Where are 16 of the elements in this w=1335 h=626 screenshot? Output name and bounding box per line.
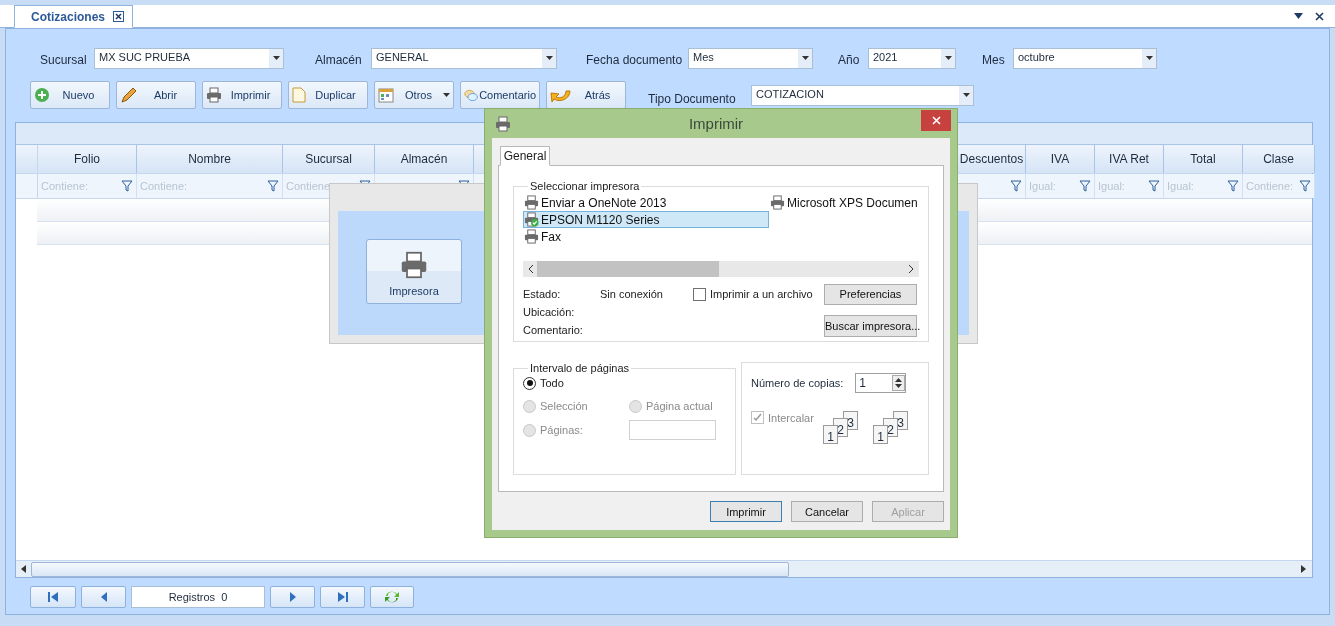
filter-label: Almacén bbox=[315, 53, 363, 67]
filter-label: Año bbox=[838, 53, 861, 67]
records-field: Registros 0 bbox=[131, 586, 265, 608]
filter-label: Sucursal bbox=[40, 53, 88, 67]
copies-label: Número de copias: bbox=[751, 377, 844, 389]
status-value: Sin conexión bbox=[600, 288, 664, 300]
status-label: Estado: bbox=[523, 288, 562, 300]
filter-label: Fecha documento bbox=[586, 53, 684, 67]
status-label: Comentario: bbox=[523, 324, 584, 336]
tab-label: Cotizaciones bbox=[31, 9, 105, 24]
dialog-title: Imprimir bbox=[687, 115, 745, 132]
filter-label: Mes bbox=[982, 53, 1006, 67]
group-title: Intervalo de páginas bbox=[529, 362, 631, 374]
group-title: Seleccionar impresora bbox=[529, 180, 641, 192]
filter-label: Tipo Documento bbox=[648, 92, 737, 106]
status-label: Ubicación: bbox=[523, 306, 576, 318]
